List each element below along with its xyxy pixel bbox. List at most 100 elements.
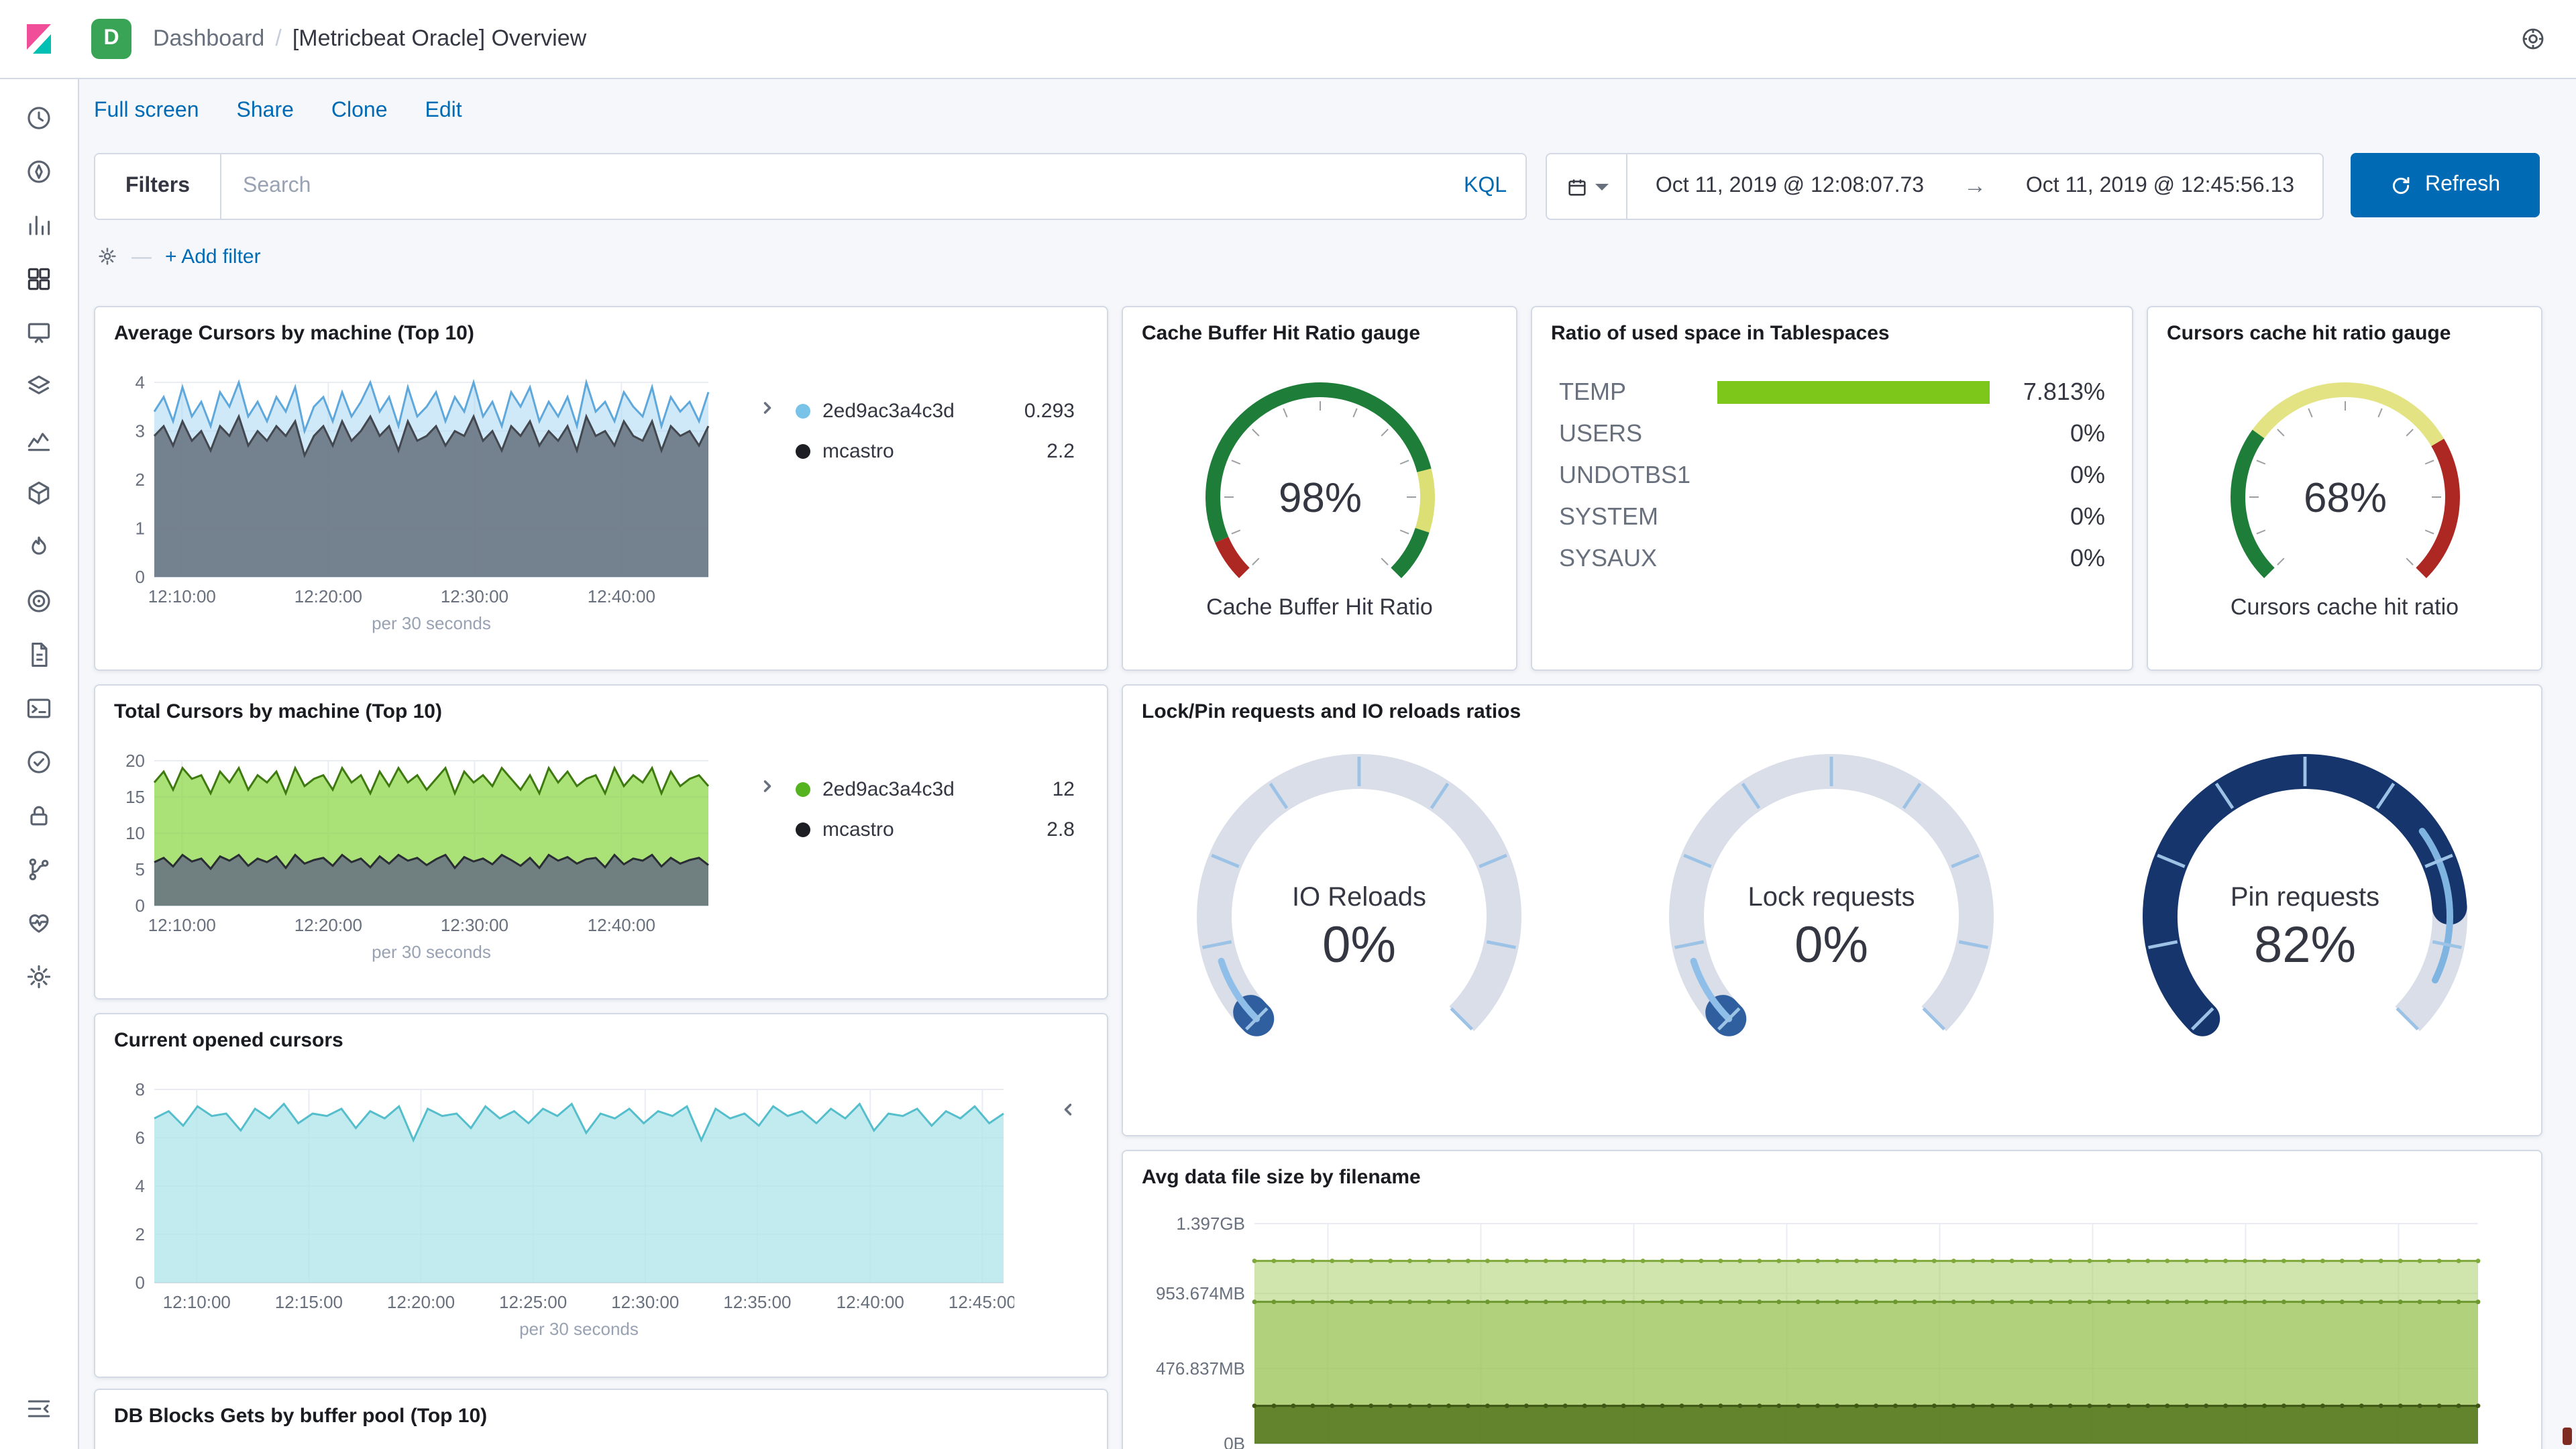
- legend-toggle-icon[interactable]: [755, 396, 780, 420]
- series-color-dot: [796, 443, 810, 458]
- filter-separator: —: [131, 245, 152, 268]
- io-reloads-gauge: IO Reloads 0%: [1178, 746, 1540, 1081]
- svg-text:20: 20: [125, 753, 145, 771]
- refresh-icon: [2393, 176, 2410, 194]
- search-input[interactable]: [221, 154, 1445, 219]
- legend-item[interactable]: 2ed9ac3a4c3d 0.293: [796, 390, 1075, 431]
- tablespace-bar-area: [1717, 423, 1990, 445]
- opened-cursors-chart: 8 6 4 2 0 12:10:00 12:15:00 12:20:00 12:25:00 12:…: [109, 1081, 1014, 1342]
- series-value: 2.2: [1046, 439, 1075, 462]
- tablespace-row: SYSAUX 0%: [1559, 538, 2105, 580]
- kql-toggle-button[interactable]: KQL: [1445, 154, 1525, 219]
- legend-item[interactable]: 2ed9ac3a4c3d 12: [796, 769, 1075, 809]
- svg-text:12:20:00: 12:20:00: [294, 915, 362, 935]
- calendar-button[interactable]: [1547, 154, 1627, 219]
- tablespace-bar-area: [1717, 381, 1990, 404]
- sidebar-monitoring-icon[interactable]: [15, 738, 63, 786]
- sidebar-machine-learning-icon[interactable]: [15, 416, 63, 464]
- sidebar-collapse-icon[interactable]: [15, 1385, 63, 1433]
- svg-text:12:35:00: 12:35:00: [723, 1292, 791, 1312]
- kibana-logo[interactable]: [0, 0, 78, 78]
- panel-tablespaces: Ratio of used space in Tablespaces TEMP …: [1531, 306, 2133, 671]
- legend-item[interactable]: mcastro 2.8: [796, 809, 1075, 849]
- refresh-button[interactable]: Refresh: [2351, 153, 2540, 217]
- svg-text:per 30 seconds: per 30 seconds: [372, 942, 491, 962]
- breadcrumb-separator: /: [275, 25, 282, 51]
- clone-button[interactable]: Clone: [331, 99, 388, 123]
- sidebar-dashboard-icon[interactable]: [15, 255, 63, 303]
- svg-text:12:30:00: 12:30:00: [441, 915, 508, 935]
- sidebar-metrics-icon[interactable]: [15, 470, 63, 518]
- sidebar-security-icon[interactable]: [15, 792, 63, 840]
- sidebar-discover-icon[interactable]: [15, 148, 63, 196]
- legend-item[interactable]: mcastro 2.2: [796, 431, 1075, 471]
- svg-text:82%: 82%: [2254, 916, 2356, 973]
- tablespace-row: TEMP 7.813%: [1559, 372, 2105, 413]
- date-end[interactable]: Oct 11, 2019 @ 12:45:56.13: [1998, 173, 2322, 200]
- add-filter-button[interactable]: + Add filter: [165, 245, 261, 268]
- svg-text:68%: 68%: [2303, 475, 2386, 521]
- panel-avg-file-size: Avg data file size by filename 1.397GB 95…: [1122, 1150, 2542, 1449]
- tablespace-name: SYSTEM: [1559, 503, 1659, 530]
- sidebar-canvas-icon[interactable]: [15, 309, 63, 357]
- svg-text:per 30 seconds: per 30 seconds: [372, 613, 491, 633]
- sidebar-uptime-icon[interactable]: [15, 631, 63, 679]
- sidebar-recently-viewed-icon[interactable]: [15, 94, 63, 142]
- breadcrumb-dashboard-link[interactable]: Dashboard: [153, 25, 264, 52]
- panel-cursors-cache-gauge: Cursors cache hit ratio gauge 68% Cursor…: [2147, 306, 2542, 671]
- sidebar-code-icon[interactable]: [15, 845, 63, 894]
- sidebar-logs-icon[interactable]: [15, 523, 63, 572]
- svg-text:5: 5: [136, 859, 145, 879]
- svg-text:12:30:00: 12:30:00: [611, 1292, 679, 1312]
- date-start[interactable]: Oct 11, 2019 @ 12:08:07.73: [1627, 173, 1952, 200]
- svg-text:0: 0: [136, 896, 145, 916]
- page-title: [Metricbeat Oracle] Overview: [292, 25, 587, 51]
- panel-title: Average Cursors by machine (Top 10): [114, 322, 474, 345]
- sidebar-apm-icon[interactable]: [15, 577, 63, 625]
- tablespace-value: 0%: [2070, 462, 2105, 488]
- avg-file-size-chart: 1.397GB 953.674MB 476.837MB 0B: [1139, 1216, 2489, 1449]
- space-badge[interactable]: D: [91, 19, 131, 59]
- svg-text:12:45:00: 12:45:00: [949, 1292, 1014, 1312]
- sidebar-maps-icon[interactable]: [15, 362, 63, 411]
- kibana-logo-icon: [27, 24, 51, 54]
- svg-text:98%: 98%: [1278, 475, 1361, 521]
- series-color-dot: [796, 782, 810, 796]
- tablespace-bar-area: [1717, 547, 1990, 570]
- tablespace-value: 0%: [2070, 503, 2105, 530]
- series-label: 2ed9ac3a4c3d: [822, 399, 955, 422]
- cursors-cache-gauge: 68%: [2210, 374, 2479, 589]
- kibana-dashboard-app: D Dashboard / [Metricbeat Oracle] Overvi…: [0, 0, 2576, 1449]
- panel-title: Cursors cache hit ratio gauge: [2167, 322, 2451, 345]
- edit-button[interactable]: Edit: [425, 99, 462, 123]
- svg-text:Pin requests: Pin requests: [2230, 882, 2379, 912]
- add-filter-row: — + Add filter: [97, 239, 261, 274]
- share-button[interactable]: Share: [237, 99, 294, 123]
- legend-toggle-icon[interactable]: [755, 774, 780, 798]
- tablespace-name: SYSAUX: [1559, 545, 1658, 572]
- sidebar-management-icon[interactable]: [15, 953, 63, 1001]
- scrollbar-thumb[interactable]: [2563, 1428, 2572, 1445]
- tablespace-bar-area: [1717, 506, 1990, 529]
- sidebar-heartbeat-icon[interactable]: [15, 899, 63, 947]
- sidebar-dev-tools-icon[interactable]: [15, 684, 63, 733]
- full-screen-button[interactable]: Full screen: [94, 99, 199, 123]
- legend-toggle-icon[interactable]: [1056, 1097, 1080, 1122]
- svg-text:0: 0: [136, 1273, 145, 1293]
- svg-text:0%: 0%: [1795, 916, 1869, 973]
- svg-text:6: 6: [136, 1128, 145, 1148]
- svg-text:0%: 0%: [1322, 916, 1396, 973]
- sidebar-visualize-icon[interactable]: [15, 201, 63, 250]
- svg-text:2: 2: [136, 470, 145, 490]
- svg-text:4: 4: [136, 1176, 145, 1196]
- header-circle-icon[interactable]: [2514, 20, 2552, 58]
- filters-dropdown-button[interactable]: Filters: [95, 154, 221, 219]
- dashboard-toolbar: Full screen Share Clone Edit: [94, 99, 462, 123]
- svg-text:8: 8: [136, 1081, 145, 1099]
- svg-text:953.674MB: 953.674MB: [1156, 1283, 1245, 1303]
- caret-down-icon: [1595, 183, 1608, 190]
- tablespace-bar-area: [1717, 464, 1990, 487]
- chart-legend: 2ed9ac3a4c3d 0.293 mcastro 2.2: [796, 390, 1075, 471]
- svg-text:12:30:00: 12:30:00: [441, 586, 508, 606]
- filter-options-gear-icon[interactable]: [97, 246, 118, 267]
